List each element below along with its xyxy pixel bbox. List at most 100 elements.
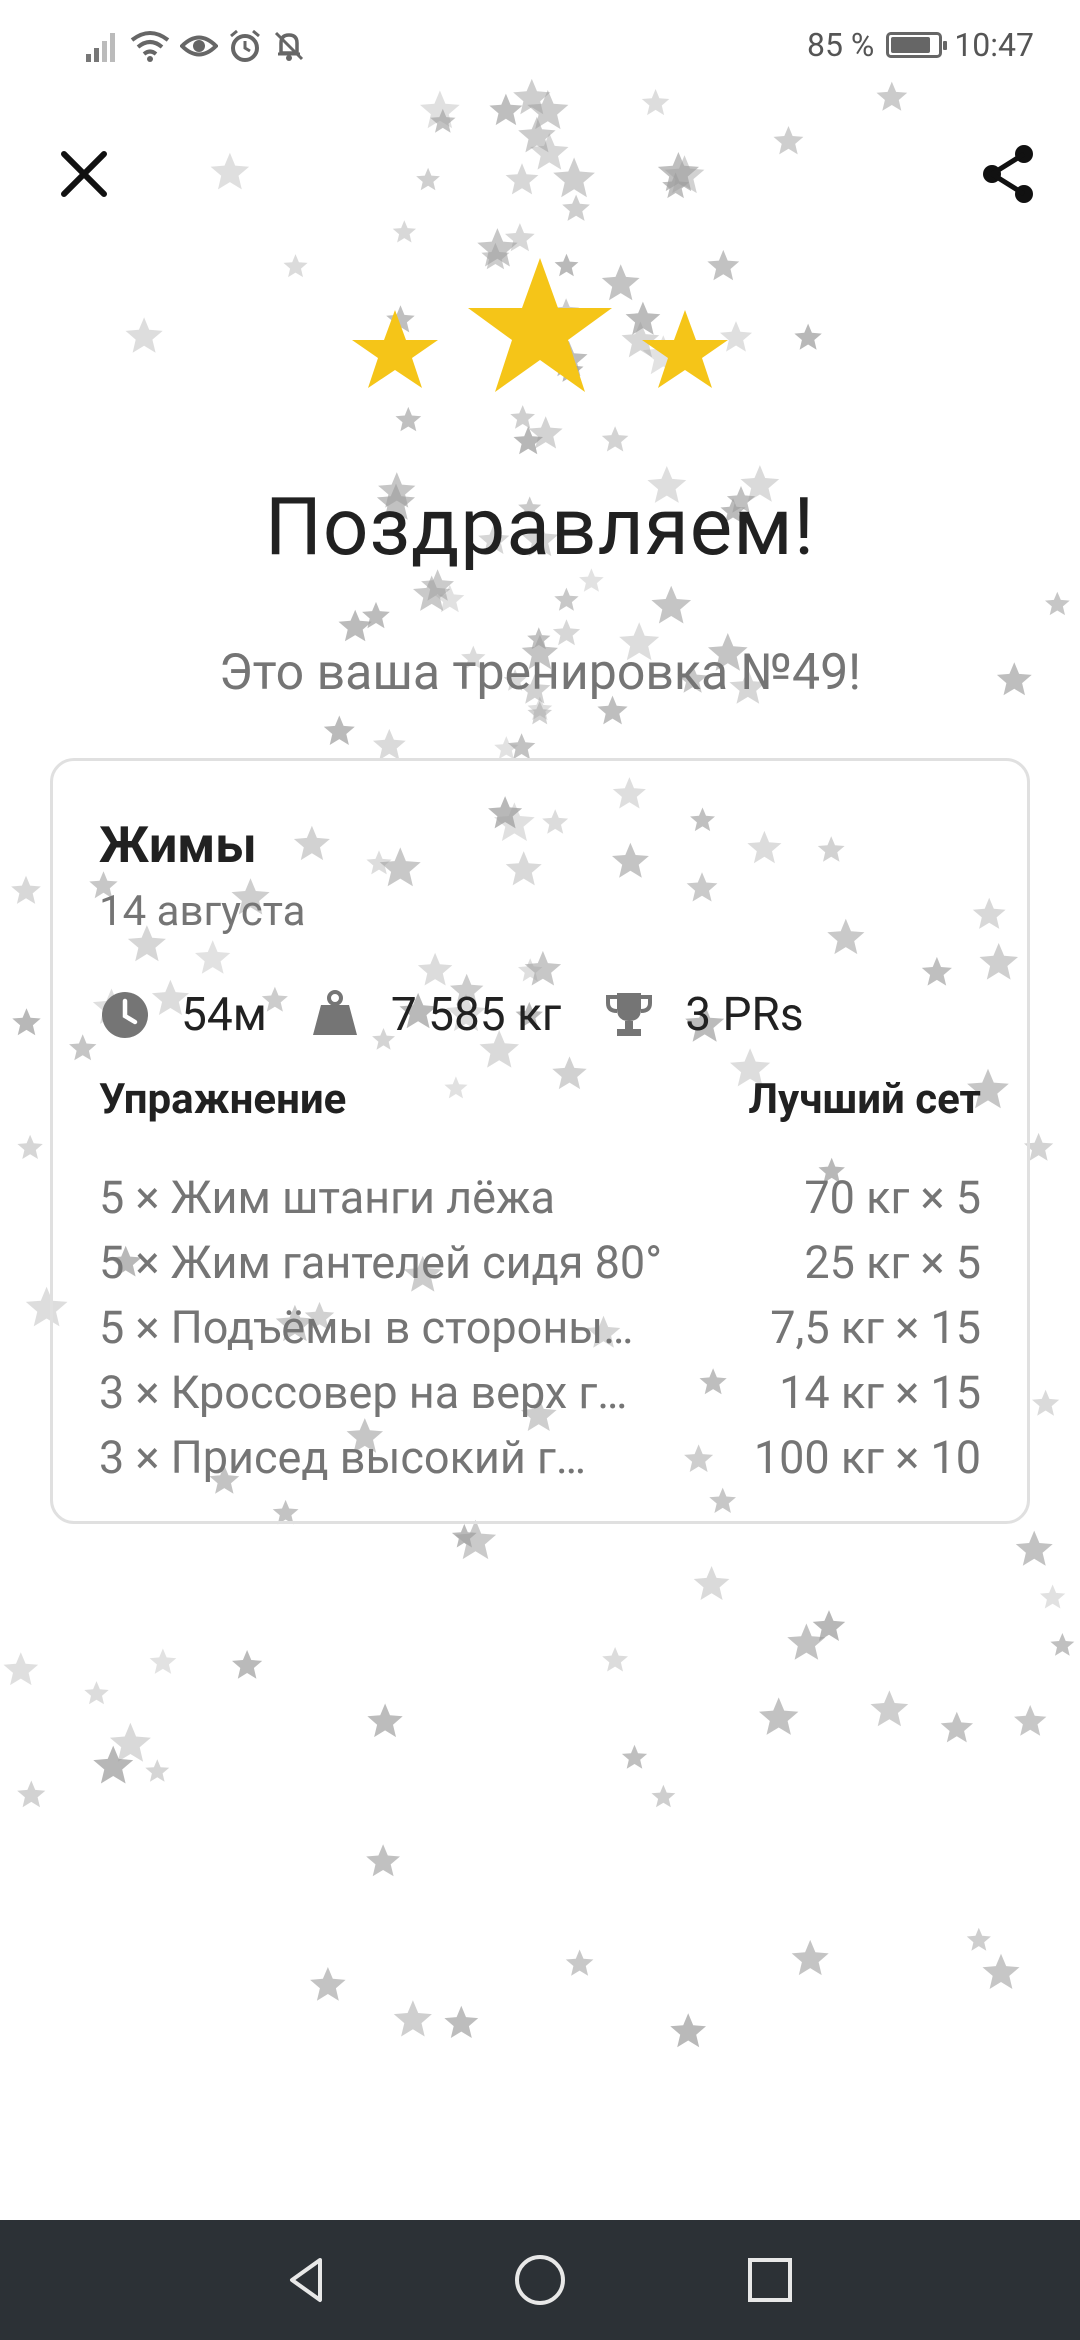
- confetti-star: [109, 1722, 151, 1762]
- confetti-star: [362, 601, 390, 629]
- confetti-star: [1015, 1530, 1053, 1566]
- exercise-name: 3 × Присед высокий г…: [99, 1431, 587, 1484]
- duration-stat: 54м: [99, 988, 267, 1042]
- exercise-name: 3 × Кроссовер на верх г…: [99, 1366, 628, 1419]
- confetti-star: [1032, 1389, 1060, 1416]
- confetti-star: [794, 323, 822, 350]
- confetti-star: [1014, 1705, 1047, 1736]
- share-icon: [983, 145, 1033, 203]
- status-icons: [86, 24, 306, 68]
- system-navigation-bar: [0, 2220, 1080, 2340]
- confetti-star: [553, 157, 595, 198]
- confetti-star: [454, 1519, 497, 1560]
- nav-home-button[interactable]: [508, 2248, 572, 2312]
- mute-bell-icon: [274, 31, 304, 61]
- confetti-star: [310, 1967, 346, 2001]
- confetti-star: [773, 126, 804, 155]
- exercise-name: 5 × Жим гантелей сидя 80°: [99, 1236, 663, 1289]
- confetti-star: [787, 1623, 826, 1660]
- best-set: 14 кг × 15: [779, 1366, 981, 1419]
- exercise-row: 3 × Кроссовер на верх г… 14 кг × 15: [99, 1360, 981, 1425]
- exercise-row: 5 × Жим штанги лёжа 70 кг × 5: [99, 1165, 981, 1230]
- confetti-star: [420, 90, 460, 129]
- confetti-star: [552, 619, 581, 646]
- exercise-table-header: Упражнение Лучший сет: [99, 1075, 981, 1135]
- duration-value: 54м: [181, 988, 267, 1042]
- clock-time: 10:47: [954, 26, 1034, 64]
- confetti-star: [966, 1927, 991, 1951]
- confetti-star: [210, 152, 250, 190]
- confetti-star: [232, 1650, 263, 1679]
- confetti-star: [435, 584, 465, 613]
- confetti-star: [1040, 1584, 1066, 1609]
- share-button[interactable]: [976, 142, 1040, 206]
- workout-count-subtitle: Это ваша тренировка №49!: [218, 644, 862, 702]
- exercise-list: 5 × Жим штанги лёжа 70 кг × 5 5 × Жим га…: [99, 1165, 981, 1490]
- confetti-star: [149, 1648, 177, 1674]
- confetti-star: [651, 585, 692, 624]
- best-set-column-header: Лучший сет: [748, 1075, 981, 1124]
- confetti-star: [527, 90, 569, 130]
- clock-icon: [102, 992, 148, 1038]
- confetti-star: [508, 733, 536, 760]
- exercise-row: 3 × Присед высокий г… 100 кг × 10: [99, 1425, 981, 1490]
- confetti-star: [621, 1744, 648, 1769]
- confetti-star: [565, 1949, 594, 1976]
- gold-star-right: [642, 310, 728, 388]
- confetti-star: [505, 163, 539, 195]
- confetti-star: [373, 728, 406, 760]
- workout-summary-card: Жимы 14 августа 54м 7 585 кг 3 PRs Упраж…: [50, 758, 1030, 1524]
- best-set: 7,5 кг × 15: [770, 1301, 981, 1354]
- confetti-star: [505, 223, 535, 252]
- confetti-star: [670, 2013, 706, 2048]
- confetti-star: [392, 220, 416, 243]
- close-button[interactable]: [52, 142, 116, 206]
- confetti-star: [421, 569, 454, 601]
- confetti-star: [602, 1647, 628, 1672]
- exercise-name: 5 × Жим штанги лёжа: [99, 1171, 555, 1224]
- confetti-star: [451, 1523, 477, 1548]
- confetti-star: [17, 1134, 43, 1159]
- weight-icon: [312, 990, 357, 1035]
- confetti-star: [494, 736, 519, 760]
- workout-stats: 54м 7 585 кг 3 PRs: [99, 975, 846, 1055]
- exercise-row: 5 × Жим гантелей сидя 80° 25 кг × 5: [99, 1230, 981, 1295]
- confetti-star: [93, 1745, 134, 1784]
- nav-recents-button[interactable]: [738, 2248, 802, 2312]
- confetti-star: [489, 93, 523, 126]
- confetti-star: [1050, 1633, 1075, 1656]
- volume-stat: 7 585 кг: [309, 988, 561, 1042]
- confetti-star: [791, 1939, 829, 1976]
- confetti-star: [283, 254, 308, 278]
- close-icon: [61, 151, 107, 197]
- confetti-star: [444, 2005, 479, 2038]
- trophy-icon: [606, 993, 653, 1036]
- confetti-star: [759, 1697, 799, 1735]
- confetti-star: [17, 1780, 46, 1808]
- battery-percent: 85 %: [806, 26, 875, 64]
- confetti-star: [527, 701, 552, 725]
- confetti-star: [641, 89, 670, 116]
- signal-icon: [86, 33, 115, 62]
- confetti-star: [416, 167, 440, 191]
- confetti-star: [664, 155, 705, 194]
- status-right: 85 % 10:47: [807, 22, 1034, 68]
- confetti-star: [513, 426, 543, 455]
- workout-date: 14 августа: [99, 887, 306, 936]
- exercise-row: 5 × Подъёмы в стороны… 7,5 кг × 15: [99, 1295, 981, 1360]
- gold-star-center: [468, 258, 612, 392]
- confetti-star: [562, 194, 590, 221]
- confetti-star: [125, 317, 163, 353]
- confetti-star: [366, 1844, 400, 1877]
- best-set: 70 кг × 5: [804, 1171, 981, 1224]
- nav-back-button[interactable]: [276, 2248, 340, 2312]
- exercise-column-header: Упражнение: [99, 1075, 347, 1124]
- confetti-star: [940, 1711, 973, 1743]
- confetti-star: [430, 108, 456, 133]
- workout-title: Жимы: [99, 817, 257, 875]
- battery-icon: [886, 32, 948, 58]
- recents-icon: [748, 2258, 792, 2302]
- gold-star-left: [352, 310, 438, 388]
- confetti-star: [693, 1566, 730, 1600]
- confetti-star: [12, 1008, 41, 1036]
